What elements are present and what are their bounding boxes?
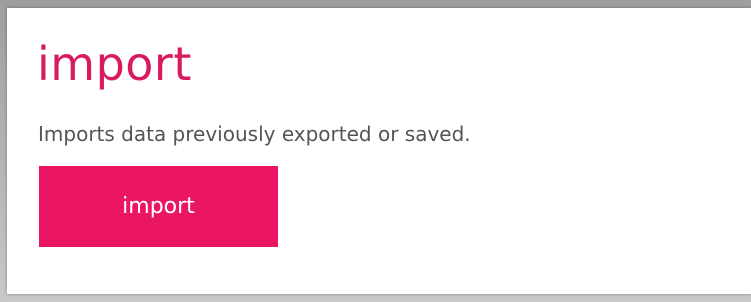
import-panel: import Imports data previously exported …: [7, 8, 751, 294]
import-button[interactable]: import: [39, 166, 278, 247]
section-title: import: [37, 37, 192, 91]
window-frame: import Imports data previously exported …: [0, 0, 751, 302]
section-description: Imports data previously exported or save…: [38, 122, 471, 146]
